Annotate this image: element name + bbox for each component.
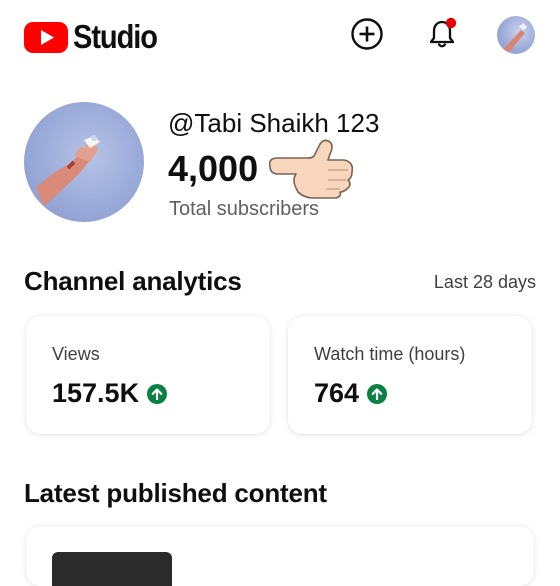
account-avatar[interactable]: [497, 16, 535, 54]
video-thumbnail[interactable]: [52, 552, 172, 586]
subscribers-label: Total subscribers: [169, 198, 320, 220]
trend-up-icon: [367, 383, 388, 404]
views-label: Views: [52, 344, 100, 364]
avatar-image: [503, 23, 527, 52]
watch-time-card[interactable]: Watch time (hours) 764: [288, 316, 532, 434]
youtube-play-icon: [24, 21, 68, 53]
trend-up-icon: [147, 383, 168, 404]
views-card[interactable]: Views 157.5K: [26, 316, 270, 434]
subscriber-count: 4,000: [168, 148, 259, 189]
latest-content-title: Latest published content: [24, 478, 327, 508]
studio-wordmark: Studio: [73, 18, 158, 55]
channel-avatar[interactable]: [24, 102, 144, 222]
watch-time-label: Watch time (hours): [314, 344, 466, 364]
pointing-hand-icon: [268, 139, 354, 199]
channel-analytics-title: Channel analytics: [24, 266, 242, 296]
notification-dot: [445, 17, 457, 29]
channel-handle: @Tabi Shaikh 123: [168, 108, 380, 138]
create-icon[interactable]: [349, 16, 385, 52]
views-value: 157.5K: [52, 378, 140, 408]
date-range-label: Last 28 days: [433, 272, 536, 292]
youtube-studio-logo[interactable]: Studio: [24, 18, 168, 56]
latest-content-card[interactable]: [26, 526, 534, 586]
watch-time-value: 764: [314, 378, 360, 408]
top-app-bar: Studio: [0, 0, 560, 76]
channel-avatar-image: [36, 135, 100, 206]
notifications-bell-icon[interactable]: [424, 16, 460, 52]
